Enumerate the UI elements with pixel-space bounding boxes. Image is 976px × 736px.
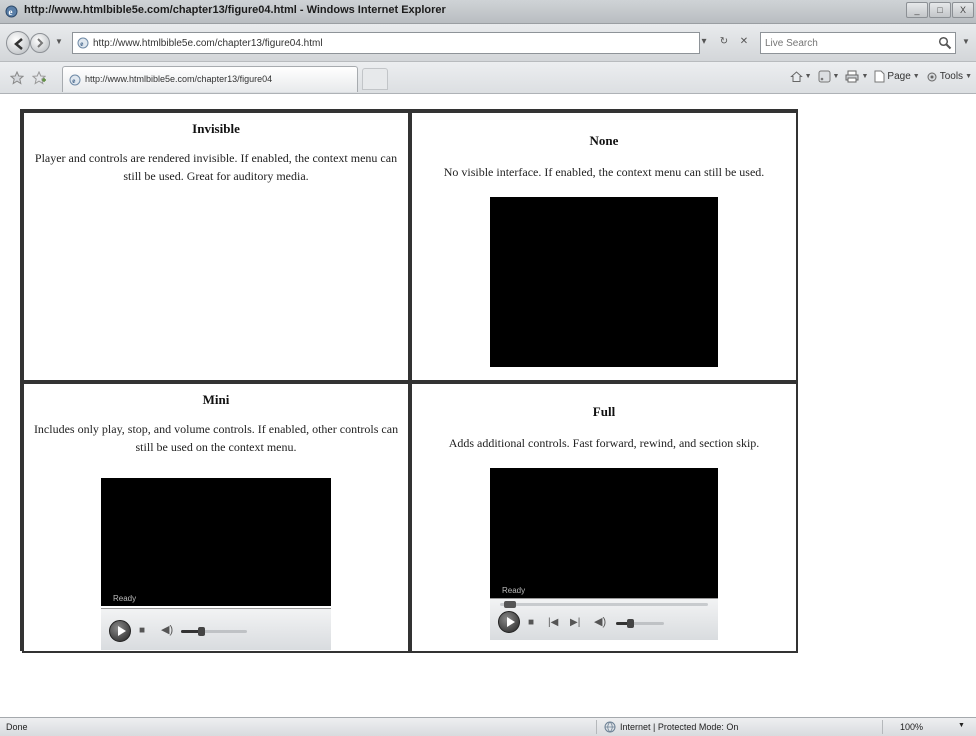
stop-icon[interactable]: ■ xyxy=(139,626,145,636)
search-input[interactable] xyxy=(765,36,925,50)
tools-menu-button[interactable]: Tools ▼ xyxy=(926,71,972,83)
seek-bar[interactable] xyxy=(500,601,708,608)
player-controls: ■ |◀ ▶| ◀) xyxy=(490,598,718,640)
cell-invisible: Invisible Player and controls are render… xyxy=(22,111,410,382)
video-display[interactable]: Ready xyxy=(490,468,718,598)
search-options-dropdown-icon[interactable]: ▼ xyxy=(962,37,970,46)
page-menu-label: Page xyxy=(887,71,911,82)
play-button[interactable] xyxy=(109,620,131,642)
back-arrow-icon xyxy=(14,38,23,50)
search-box[interactable] xyxy=(760,32,956,54)
stop-icon[interactable]: ■ xyxy=(528,618,534,628)
maximize-button[interactable]: □ xyxy=(929,2,951,18)
home-button[interactable]: ▼ xyxy=(789,70,812,83)
security-zone[interactable]: Internet | Protected Mode: On xyxy=(620,722,738,732)
media-player-full: Ready ■ |◀ ▶| ◀) xyxy=(490,468,718,640)
print-button[interactable]: ▼ xyxy=(845,70,868,83)
feeds-icon xyxy=(818,70,831,83)
page-icon: e xyxy=(77,37,89,49)
status-separator xyxy=(596,720,597,734)
volume-slider[interactable] xyxy=(616,619,664,628)
refresh-icon[interactable]: ↻ xyxy=(716,34,732,50)
internet-explorer-icon: e xyxy=(5,5,18,18)
status-text: Done xyxy=(6,722,28,732)
player-status: Ready xyxy=(502,586,526,595)
command-tools: ▼ ▼ ▼ Page ▼ Tools ▼ xyxy=(789,70,972,83)
tab-current-page[interactable]: e http://www.htmlbible5e.com/chapter13/f… xyxy=(62,66,358,92)
cell-mini: Mini Includes only play, stop, and volum… xyxy=(22,382,410,653)
svg-text:e: e xyxy=(72,77,75,85)
next-icon[interactable]: ▶| xyxy=(570,618,580,628)
cell-description: Includes only play, stop, and volume con… xyxy=(33,422,399,454)
svg-text:e: e xyxy=(80,40,83,48)
volume-icon[interactable]: ◀) xyxy=(161,625,173,636)
previous-icon[interactable]: |◀ xyxy=(548,618,558,628)
volume-icon[interactable]: ◀) xyxy=(594,617,606,628)
cell-full: Full Adds additional controls. Fast forw… xyxy=(410,382,798,653)
gear-icon xyxy=(927,72,937,81)
volume-thumb[interactable] xyxy=(197,627,205,636)
print-icon xyxy=(845,70,859,83)
status-bar: Done Internet | Protected Mode: On 100% … xyxy=(0,717,976,736)
svg-text:e: e xyxy=(9,7,13,17)
cell-title: Full xyxy=(592,404,616,419)
cell-title: Mini xyxy=(202,392,230,407)
zoom-dropdown-icon[interactable]: ▼ xyxy=(958,722,965,729)
back-button[interactable] xyxy=(6,31,30,55)
tools-menu-label: Tools xyxy=(939,71,964,82)
cell-title: None xyxy=(589,133,619,148)
seek-thumb[interactable] xyxy=(504,601,516,608)
volume-slider[interactable] xyxy=(181,627,247,636)
cell-description: No visible interface. If enabled, the co… xyxy=(443,165,765,179)
forward-button[interactable] xyxy=(30,33,50,53)
cell-description: Adds additional controls. Fast forward, … xyxy=(448,436,760,450)
address-bar[interactable]: e xyxy=(72,32,700,54)
address-tools: ▾ ↻ ✕ xyxy=(696,34,752,50)
address-input[interactable] xyxy=(93,36,683,50)
window-controls: _ □ X xyxy=(906,2,974,18)
page-menu-icon xyxy=(874,70,885,83)
new-tab-button[interactable] xyxy=(362,68,388,90)
window-title: http://www.htmlbible5e.com/chapter13/fig… xyxy=(24,4,446,16)
feeds-button[interactable]: ▼ xyxy=(818,70,839,83)
close-button[interactable]: X xyxy=(952,2,974,18)
minimize-button[interactable]: _ xyxy=(906,2,928,18)
home-icon xyxy=(789,71,803,82)
play-button[interactable] xyxy=(498,611,520,633)
volume-thumb[interactable] xyxy=(627,619,635,628)
media-player-mini: Ready ■ ◀) xyxy=(101,478,331,650)
cell-description: Player and controls are rendered invisib… xyxy=(34,151,398,183)
zoom-level[interactable]: 100% xyxy=(900,722,923,732)
favorites-star-icon[interactable] xyxy=(10,71,24,85)
player-status: Ready xyxy=(113,594,137,603)
recent-pages-dropdown-icon[interactable]: ▼ xyxy=(55,37,63,46)
player-controls: ■ ◀) xyxy=(101,608,331,650)
page-icon: e xyxy=(69,74,81,86)
window-titlebar: e http://www.htmlbible5e.com/chapter13/f… xyxy=(0,0,976,24)
cell-none: None No visible interface. If enabled, t… xyxy=(410,111,798,382)
player-modes-table: Invisible Player and controls are render… xyxy=(20,109,798,653)
internet-zone-icon xyxy=(604,721,616,733)
page-content: Invisible Player and controls are render… xyxy=(0,95,976,717)
stop-icon[interactable]: ✕ xyxy=(736,34,752,50)
search-icon[interactable] xyxy=(938,36,952,50)
address-dropdown-icon[interactable]: ▾ xyxy=(696,34,712,50)
status-separator xyxy=(882,720,883,734)
page-menu-button[interactable]: Page ▼ xyxy=(874,70,920,83)
video-display[interactable] xyxy=(490,197,718,367)
command-bar: e http://www.htmlbible5e.com/chapter13/f… xyxy=(0,62,976,94)
navigation-bar: ▼ e ▾ ↻ ✕ ▼ xyxy=(0,24,976,62)
tab-title: http://www.htmlbible5e.com/chapter13/fig… xyxy=(85,74,273,84)
cell-title: Invisible xyxy=(192,121,240,136)
forward-arrow-icon xyxy=(37,38,44,48)
add-favorites-icon[interactable] xyxy=(32,71,46,85)
video-display[interactable]: Ready xyxy=(101,478,331,606)
